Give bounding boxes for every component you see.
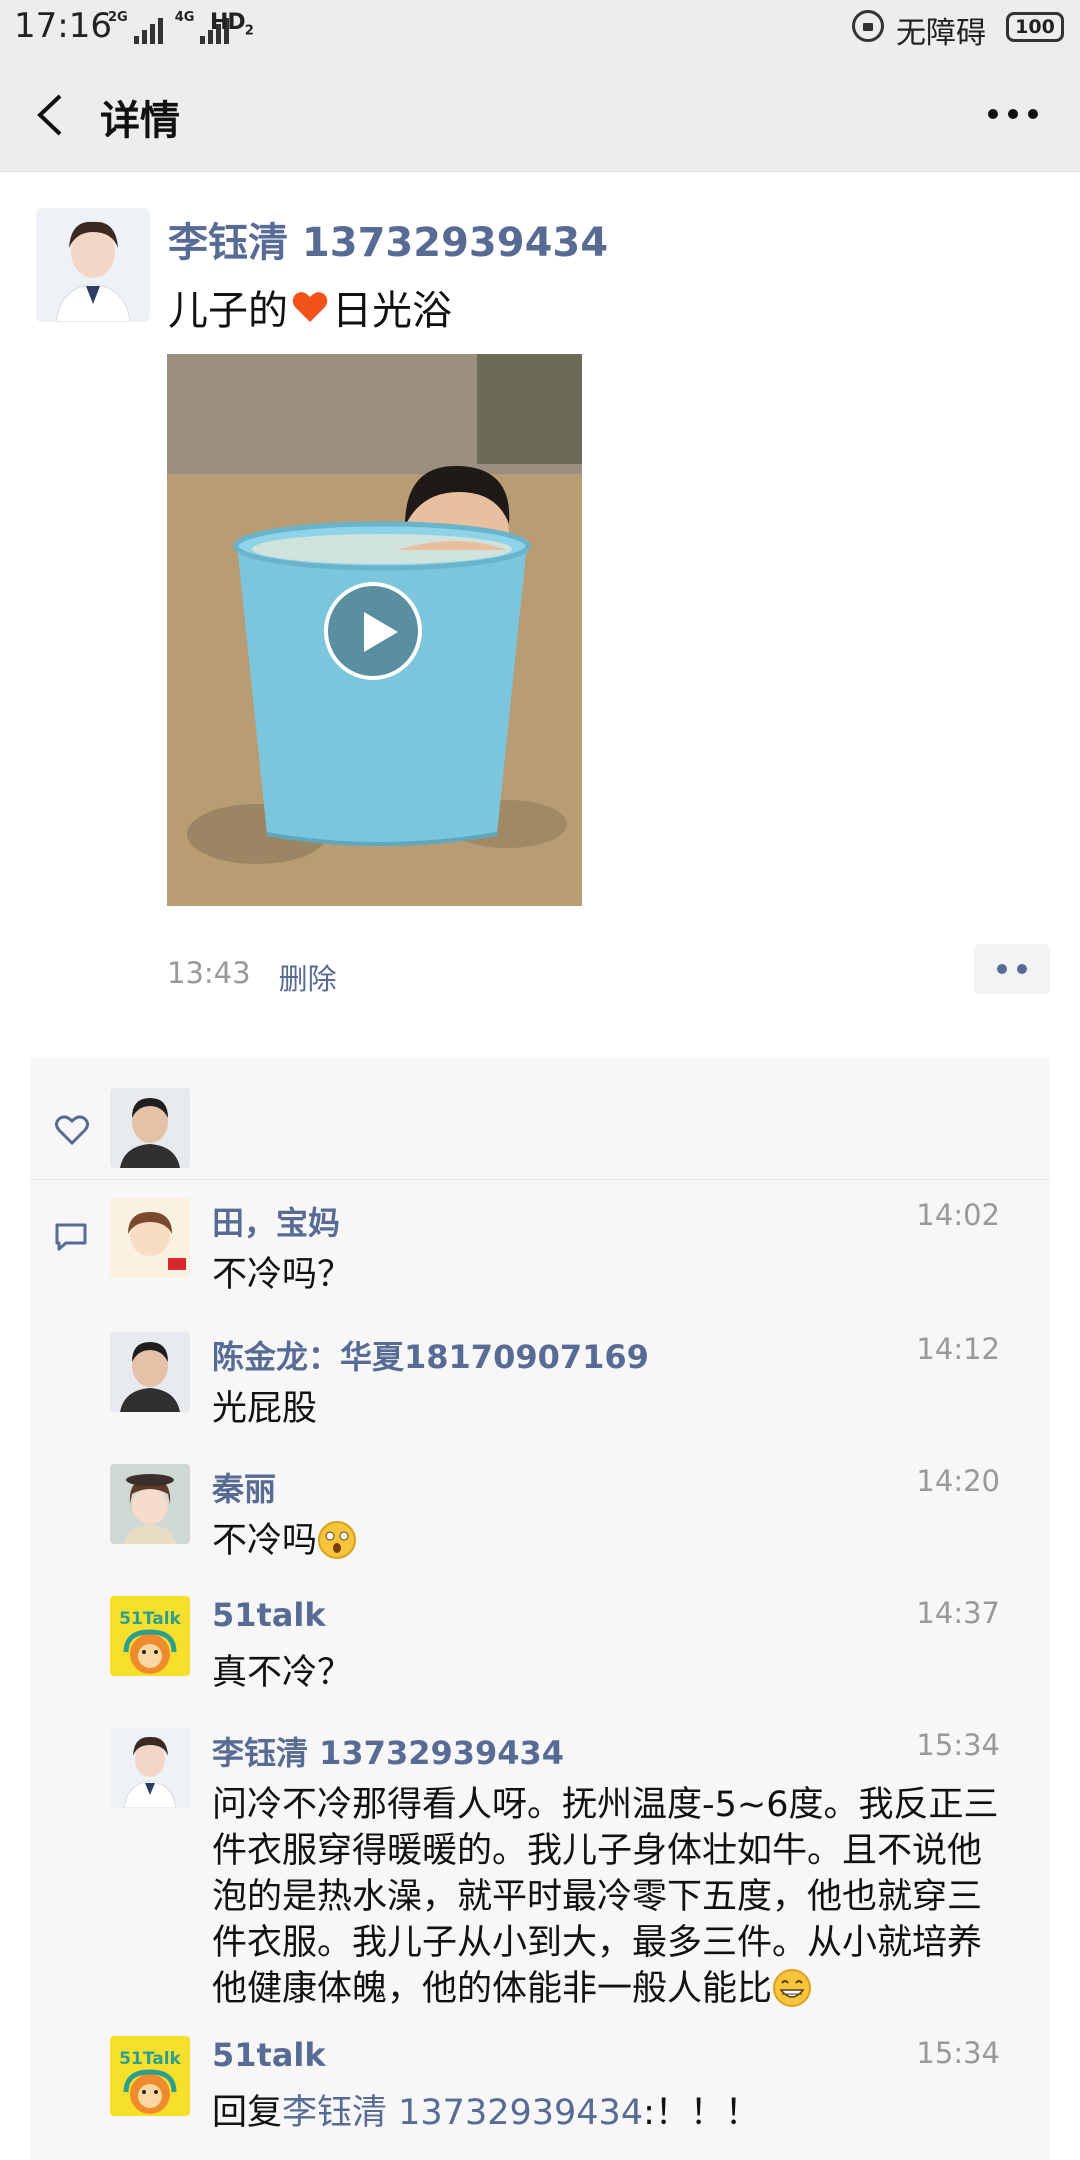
- delete-button[interactable]: 删除: [279, 956, 337, 998]
- commenter-name[interactable]: 李钰清 13732939434: [212, 1728, 564, 1774]
- author-avatar[interactable]: [36, 208, 150, 322]
- commenter-name[interactable]: 51talk: [212, 2036, 326, 2074]
- likes-row: [30, 1058, 1050, 1180]
- comment-time: 14:02: [916, 1198, 1000, 1232]
- nav-bar: 详情: [0, 58, 1080, 172]
- post-text: 儿子的 日光浴: [168, 288, 452, 334]
- more-button[interactable]: [978, 94, 1048, 134]
- commenter-avatar[interactable]: 51Talk: [110, 2036, 190, 2116]
- signal-bars-icon: [133, 14, 163, 44]
- play-button[interactable]: [324, 582, 422, 680]
- chevron-left-icon: [37, 94, 62, 136]
- heart-emoji-icon: [292, 292, 328, 322]
- network-type-2g: 2G: [108, 10, 128, 25]
- comment-text: 回复李钰清 13732939434:！！！: [212, 2093, 760, 2133]
- interaction-panel: 田，宝妈 14:02 不冷吗？ 陈金龙：华夏18170907169 14:12 …: [30, 1058, 1050, 2160]
- reply-prefix: 回复: [212, 2093, 283, 2133]
- comment-text: 光屁股: [212, 1389, 318, 1429]
- comment-text: 不冷吗？: [212, 1255, 353, 1295]
- comment-item[interactable]: 田，宝妈 14:02 不冷吗？: [110, 1198, 1050, 1298]
- post-author[interactable]: 李钰清 13732939434: [168, 210, 608, 268]
- comment-time: 14:37: [916, 1596, 1000, 1630]
- commenter-avatar[interactable]: [110, 1728, 190, 1808]
- commenter-avatar[interactable]: [110, 1198, 190, 1278]
- page-title: 详情: [100, 98, 180, 144]
- hd-voice-icon: HD2: [210, 10, 254, 39]
- avatar-image: [36, 208, 150, 322]
- accessibility-label: 无障碍: [896, 16, 986, 51]
- commenter-name[interactable]: 田，宝妈: [212, 1198, 340, 1244]
- commenter-avatar[interactable]: [110, 1464, 190, 1544]
- comment-time: 15:34: [916, 1728, 1000, 1762]
- network-type-4g: 4G: [174, 10, 195, 25]
- comment-item[interactable]: 秦丽 14:20 不冷吗: [110, 1464, 1050, 1564]
- like-comment-button[interactable]: [974, 944, 1050, 994]
- heart-icon: [55, 1115, 89, 1146]
- commenter-name[interactable]: 秦丽: [212, 1464, 276, 1510]
- battery-icon: 100: [1006, 12, 1064, 42]
- reply-to-name[interactable]: 李钰清 13732939434: [282, 2093, 643, 2133]
- comment-icon: [55, 1223, 87, 1251]
- svg-text:51Talk: 51Talk: [119, 2049, 181, 2069]
- commenter-avatar[interactable]: 51Talk: [110, 1596, 190, 1676]
- post-meta: 13:43 删除: [167, 956, 337, 998]
- comment-text: 不冷吗: [212, 1518, 1012, 1564]
- comment-item[interactable]: 陈金龙：华夏18170907169 14:12 光屁股: [110, 1332, 1050, 1432]
- svg-text:51Talk: 51Talk: [119, 1609, 181, 1629]
- astonished-emoji-icon: [318, 1521, 357, 1559]
- comment-time: 14:12: [916, 1332, 1000, 1366]
- comment-time: 15:34: [916, 2036, 1000, 2070]
- comment-text: 问冷不冷那得看人呀。抚州温度-5~6度。我反正三件衣服穿得暖暖的。我儿子身体壮如…: [212, 1785, 999, 2009]
- grinning-emoji-icon: [773, 1969, 812, 2007]
- comment-text: 真不冷？: [212, 1653, 353, 1693]
- status-time: 17:16: [14, 6, 112, 46]
- video-thumbnail[interactable]: [167, 354, 582, 906]
- commenter-name[interactable]: 51talk: [212, 1596, 326, 1634]
- comment-time: 14:20: [916, 1464, 1000, 1498]
- back-button[interactable]: [28, 88, 78, 142]
- status-bar: 17:16 2G 4G HD2 无障碍 100: [0, 0, 1080, 58]
- commenter-name[interactable]: 陈金龙：华夏18170907169: [212, 1332, 649, 1378]
- comment-item[interactable]: 51Talk 51talk 15:34 回复李钰清 13732939434:！！…: [110, 2036, 1050, 2146]
- commenter-avatar[interactable]: [110, 1332, 190, 1412]
- lock-icon: [852, 10, 884, 42]
- comment-item[interactable]: 51Talk 51talk 14:37 真不冷？: [110, 1596, 1050, 1696]
- post-time: 13:43: [167, 956, 251, 990]
- comment-item[interactable]: 李钰清 13732939434 15:34 问冷不冷那得看人呀。抚州温度-5~6…: [110, 1728, 1050, 2016]
- liker-avatar[interactable]: [110, 1088, 190, 1168]
